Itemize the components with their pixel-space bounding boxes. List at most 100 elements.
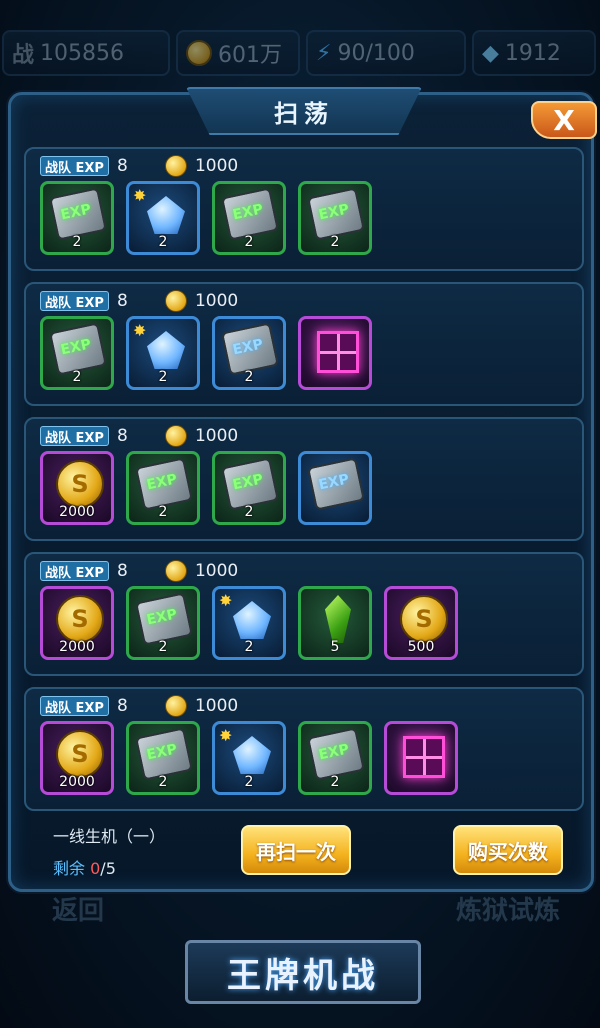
- reward-item[interactable]: ✸ 2: [126, 316, 200, 390]
- team-exp-badge: 战队 EXP: [40, 156, 109, 176]
- exp-card-icon: [220, 187, 280, 241]
- reward-item[interactable]: 2: [212, 451, 286, 525]
- remaining-label: 剩余: [53, 859, 86, 878]
- item-quantity: 2: [158, 639, 168, 655]
- reward-item[interactable]: ✸ 2: [126, 181, 200, 255]
- reward-item[interactable]: S 2000: [40, 721, 114, 795]
- reward-item[interactable]: 2: [40, 316, 114, 390]
- remaining-current: 0: [90, 859, 101, 878]
- reward-item[interactable]: S 500: [384, 586, 458, 660]
- dialog-title: 扫荡: [274, 99, 334, 128]
- exp-card-icon: [48, 322, 108, 376]
- buy-times-button[interactable]: 购买次数: [453, 825, 563, 875]
- reward-item[interactable]: 2: [40, 181, 114, 255]
- star-icon: ✸: [219, 591, 233, 610]
- gold-reward-value: 1000: [194, 291, 239, 311]
- power-stat: 战 105856: [2, 30, 170, 76]
- reward-item[interactable]: 2: [212, 316, 286, 390]
- trial-button[interactable]: 炼狱试炼: [456, 890, 560, 927]
- gold-coin-icon: [164, 155, 187, 177]
- item-quantity: 2: [72, 369, 82, 385]
- exp-card-icon: [134, 457, 194, 511]
- item-quantity: 2: [330, 234, 340, 250]
- energy-value: 90/100: [337, 40, 415, 66]
- lightning-icon: ⚡: [316, 40, 332, 66]
- row-header: 战队 EXP 8 1000: [40, 153, 238, 179]
- dialog-footer: 一线生机（一） 剩余 0/5 再扫一次 购买次数: [11, 815, 597, 885]
- sweep-result-row: 战队 EXP 8 1000 2 ✸2 2 2: [24, 147, 584, 271]
- crystal-icon: [147, 196, 185, 234]
- dialog-title-plate: 扫荡: [186, 87, 422, 135]
- reward-item[interactable]: S 2000: [40, 451, 114, 525]
- item-quantity: 2: [244, 369, 254, 385]
- star-icon: ✸: [133, 321, 147, 340]
- gold-coin-icon: [186, 40, 212, 66]
- item-quantity: 500: [407, 639, 435, 655]
- star-icon: ✸: [219, 726, 233, 745]
- item-quantity: 2: [244, 504, 254, 520]
- power-icon: 战: [12, 43, 35, 68]
- shard-icon: [325, 595, 351, 643]
- exp-card-icon: [306, 727, 366, 781]
- reward-items: S2000 2 2: [40, 451, 372, 525]
- gold-reward-value: 1000: [194, 696, 239, 716]
- gold-coin-icon: [164, 425, 187, 447]
- close-button[interactable]: X: [531, 101, 597, 139]
- reward-item[interactable]: [384, 721, 458, 795]
- item-quantity: 2: [158, 774, 168, 790]
- reward-items: S20002✸22: [40, 721, 458, 795]
- exp-value: 8: [116, 696, 128, 716]
- exp-card-icon: [220, 322, 280, 376]
- close-icon: X: [553, 103, 575, 137]
- item-quantity: 2: [158, 504, 168, 520]
- mystery-box-icon: [403, 736, 445, 778]
- exp-value: 8: [116, 426, 128, 446]
- remaining-count: 剩余 0/5: [53, 855, 116, 879]
- team-exp-badge: 战队 EXP: [40, 696, 109, 716]
- reward-item[interactable]: 5: [298, 586, 372, 660]
- item-quantity: 2: [72, 234, 82, 250]
- reward-item[interactable]: 2: [126, 451, 200, 525]
- reward-item[interactable]: [298, 451, 372, 525]
- exp-card-icon: [220, 457, 280, 511]
- item-quantity: 2000: [59, 639, 95, 655]
- item-quantity: 2: [330, 774, 340, 790]
- gold-coin-icon: [164, 695, 187, 717]
- exp-value: 8: [116, 561, 128, 581]
- reward-item[interactable]: 2: [298, 721, 372, 795]
- exp-card-icon: [306, 187, 366, 241]
- exp-card-icon: [134, 727, 194, 781]
- reward-item[interactable]: 2: [212, 181, 286, 255]
- reward-items: 2✸22: [40, 316, 372, 390]
- gold-reward-value: 1000: [194, 561, 239, 581]
- item-quantity: 2: [244, 774, 254, 790]
- reward-item[interactable]: ✸ 2: [212, 586, 286, 660]
- team-exp-badge: 战队 EXP: [40, 426, 109, 446]
- reward-item[interactable]: 2: [298, 181, 372, 255]
- row-header: 战队 EXP 8 1000: [40, 288, 238, 314]
- row-header: 战队 EXP 8 1000: [40, 558, 238, 584]
- sweep-result-row: 战队 EXP81000S20002✸25S500: [24, 552, 584, 676]
- reward-item[interactable]: 2: [126, 721, 200, 795]
- reward-item[interactable]: ✸ 2: [212, 721, 286, 795]
- game-logo: 王牌机战: [185, 940, 421, 1004]
- exp-card-icon: [306, 457, 366, 511]
- reward-items: 2 ✸2 2 2: [40, 181, 372, 255]
- sweep-result-row: 战队 EXP810002✸22: [24, 282, 584, 406]
- gold-coin-icon: [164, 290, 187, 312]
- item-quantity: 2: [158, 369, 168, 385]
- exp-value: 8: [116, 156, 128, 176]
- team-exp-badge: 战队 EXP: [40, 561, 109, 581]
- reward-item[interactable]: S 2000: [40, 586, 114, 660]
- sweep-again-button[interactable]: 再扫一次: [241, 825, 351, 875]
- gold-coin-icon: S: [56, 595, 104, 643]
- gold-coin-icon: [164, 560, 187, 582]
- gold-reward-value: 1000: [194, 156, 239, 176]
- reward-item[interactable]: [298, 316, 372, 390]
- sweep-dialog: 扫荡 X 战队 EXP810002✸222战队 EXP810002✸22战队 E…: [8, 87, 597, 892]
- reward-item[interactable]: 2: [126, 586, 200, 660]
- item-quantity: 2000: [59, 504, 95, 520]
- back-button[interactable]: 返回: [52, 890, 104, 927]
- top-stats-bar: 战 105856 601万 ⚡ 90/100 ◆ 1912: [0, 30, 600, 76]
- item-quantity: 2: [244, 234, 254, 250]
